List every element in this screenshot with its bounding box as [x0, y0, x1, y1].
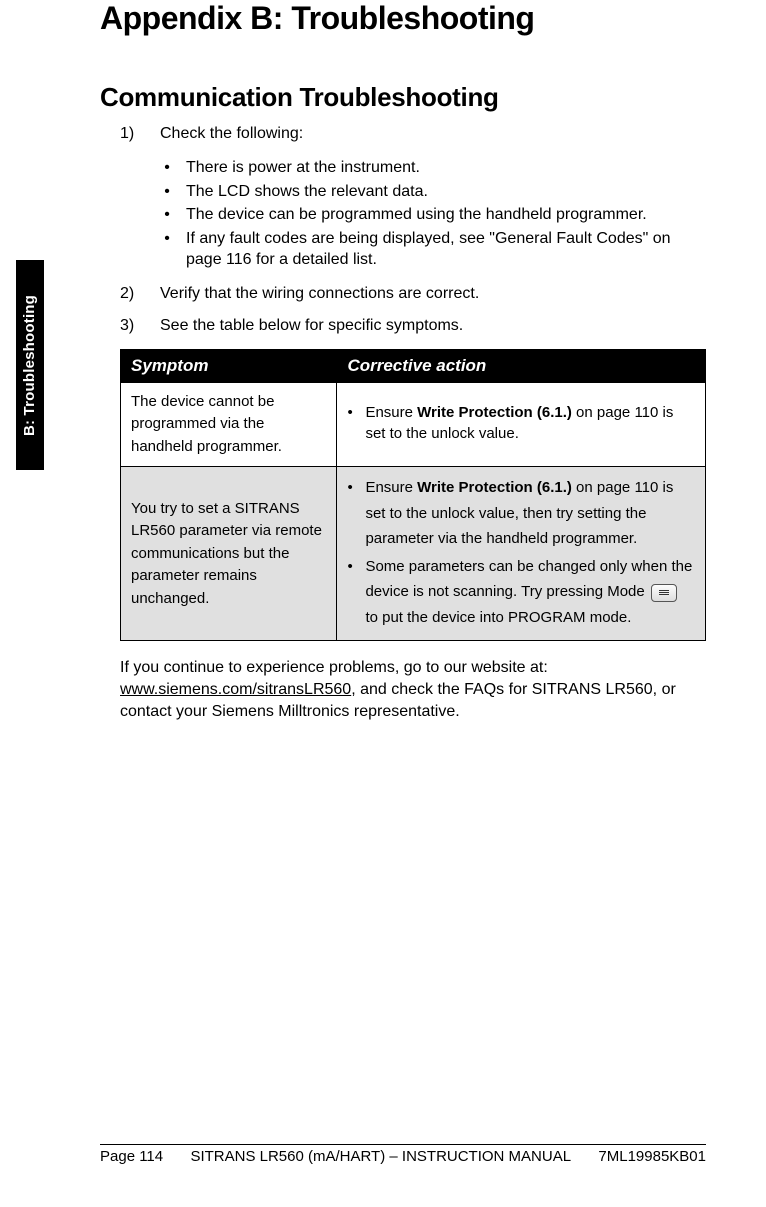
- bullet-icon: •: [347, 475, 355, 552]
- step-3-text: See the table below for specific symptom…: [160, 317, 463, 335]
- website-link[interactable]: www.siemens.com/sitransLR560: [120, 681, 351, 698]
- action-text: Ensure Write Protection (6.1.) on page 1…: [365, 403, 695, 444]
- footer-manual-title: SITRANS LR560 (mA/HART) – INSTRUCTION MA…: [190, 1148, 571, 1165]
- mode-button-icon: [651, 584, 677, 602]
- check-item: • The LCD shows the relevant data.: [162, 181, 706, 203]
- appendix-title: Appendix B: Troubleshooting: [100, 0, 706, 37]
- header-symptom: Symptom: [121, 349, 337, 382]
- bullet-icon: •: [347, 554, 355, 631]
- check-text: If any fault codes are being displayed, …: [186, 228, 706, 271]
- cell-action: • Ensure Write Protection (6.1.) on page…: [337, 467, 706, 641]
- header-action: Corrective action: [337, 349, 706, 382]
- step-3: 3) See the table below for specific symp…: [120, 317, 706, 335]
- page-footer: Page 114 SITRANS LR560 (mA/HART) – INSTR…: [0, 1148, 766, 1165]
- step-2: 2) Verify that the wiring connections ar…: [120, 285, 706, 303]
- bullet-icon: •: [162, 181, 172, 203]
- closing-paragraph: If you continue to experience problems, …: [120, 657, 706, 722]
- step-2-text: Verify that the wiring connections are c…: [160, 285, 479, 303]
- check-item: • If any fault codes are being displayed…: [162, 228, 706, 271]
- footer-divider: [100, 1144, 706, 1145]
- check-text: There is power at the instrument.: [186, 157, 420, 179]
- symptom-table: Symptom Corrective action The device can…: [120, 349, 706, 642]
- table-row: You try to set a SITRANS LR560 parameter…: [121, 467, 706, 641]
- check-text: The device can be programmed using the h…: [186, 204, 647, 226]
- action-text: Some parameters can be changed only when…: [365, 554, 695, 631]
- step-1: 1) Check the following:: [120, 125, 706, 143]
- bullet-icon: •: [162, 204, 172, 226]
- footer-page: Page 114: [100, 1148, 163, 1165]
- cell-symptom: You try to set a SITRANS LR560 parameter…: [121, 467, 337, 641]
- step-3-marker: 3): [120, 317, 142, 335]
- step-1-marker: 1): [120, 125, 142, 143]
- table-row: The device cannot be programmed via the …: [121, 382, 706, 467]
- check-list: • There is power at the instrument. • Th…: [162, 157, 706, 271]
- step-1-text: Check the following:: [160, 125, 303, 143]
- check-item: • The device can be programmed using the…: [162, 204, 706, 226]
- footer-doc-number: 7ML19985KB01: [598, 1148, 706, 1165]
- step-2-marker: 2): [120, 285, 142, 303]
- bullet-icon: •: [162, 157, 172, 179]
- table-header-row: Symptom Corrective action: [121, 349, 706, 382]
- action-text: Ensure Write Protection (6.1.) on page 1…: [365, 475, 695, 552]
- check-item: • There is power at the instrument.: [162, 157, 706, 179]
- cell-symptom: The device cannot be programmed via the …: [121, 382, 337, 467]
- check-text: The LCD shows the relevant data.: [186, 181, 428, 203]
- closing-line1: If you continue to experience problems, …: [120, 659, 548, 676]
- cell-action: • Ensure Write Protection (6.1.) on page…: [337, 382, 706, 467]
- bullet-icon: •: [347, 403, 355, 444]
- bullet-icon: •: [162, 228, 172, 271]
- section-title: Communication Troubleshooting: [100, 82, 706, 113]
- page-content: Appendix B: Troubleshooting Communicatio…: [0, 0, 766, 1165]
